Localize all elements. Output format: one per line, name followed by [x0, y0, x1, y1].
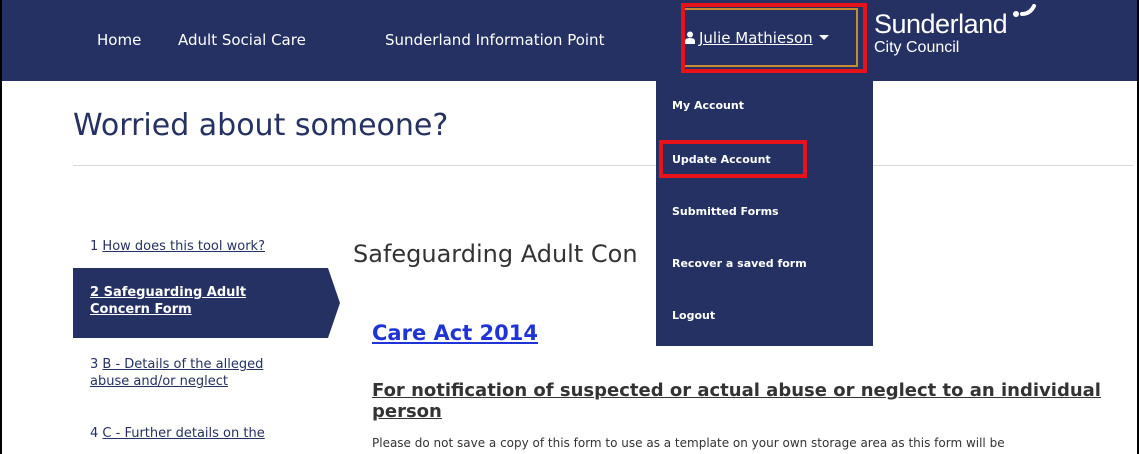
nav-info-point-link[interactable]: Sunderland Information Point: [385, 31, 604, 49]
top-navbar: Home Adult Social Care Sunderland Inform…: [0, 0, 1139, 81]
step-1-link[interactable]: How does this tool work?: [102, 239, 265, 254]
step-2-label-2[interactable]: Concern Form: [90, 302, 192, 317]
step-2-active[interactable]: 2 Safeguarding Adult Concern Form: [73, 268, 340, 338]
nav-home-link[interactable]: Home: [97, 31, 141, 49]
council-logo[interactable]: Sunderland City Council: [874, 9, 1008, 56]
step-1[interactable]: 1 How does this tool work?: [90, 238, 265, 255]
step-4[interactable]: 4 C - Further details on the: [90, 425, 265, 442]
left-border: [0, 0, 2, 454]
step-3-label-2[interactable]: abuse and/or neglect: [90, 374, 228, 389]
notice-text: Please do not save a copy of this form t…: [372, 436, 1005, 450]
menu-item-my-account[interactable]: My Account: [672, 99, 744, 112]
care-act-link[interactable]: Care Act 2014: [372, 321, 538, 345]
nav-adult-social-care-link[interactable]: Adult Social Care: [178, 31, 306, 49]
menu-item-logout[interactable]: Logout: [672, 309, 715, 322]
step-3-label-1[interactable]: B - Details of the alleged: [102, 357, 263, 372]
step-3-number: 3: [90, 357, 99, 372]
logo-line-2: City Council: [874, 39, 960, 56]
title-divider: [73, 165, 1133, 166]
section-heading: Safeguarding Adult Con: [353, 240, 638, 268]
step-2-number: 2: [90, 285, 100, 300]
step-1-number: 1: [90, 239, 99, 254]
user-menu-highlight: [681, 3, 867, 73]
user-dropdown-menu: My Account Update Account Submitted Form…: [656, 80, 873, 346]
logo-dots-icon: [1013, 4, 1036, 17]
update-account-highlight: [659, 140, 807, 178]
step-3[interactable]: 3 B - Details of the alleged abuse and/o…: [90, 356, 263, 390]
page-title: Worried about someone?: [73, 108, 449, 143]
step-4-link[interactable]: C - Further details on the: [102, 426, 264, 441]
menu-item-recover-form[interactable]: Recover a saved form: [672, 257, 807, 270]
step-4-number: 4: [90, 426, 99, 441]
logo-line-1: Sunderland: [874, 9, 1008, 39]
step-2-label-1[interactable]: Safeguarding Adult: [104, 285, 247, 300]
menu-item-submitted-forms[interactable]: Submitted Forms: [672, 205, 779, 218]
notification-heading: For notification of suspected or actual …: [372, 380, 1101, 422]
